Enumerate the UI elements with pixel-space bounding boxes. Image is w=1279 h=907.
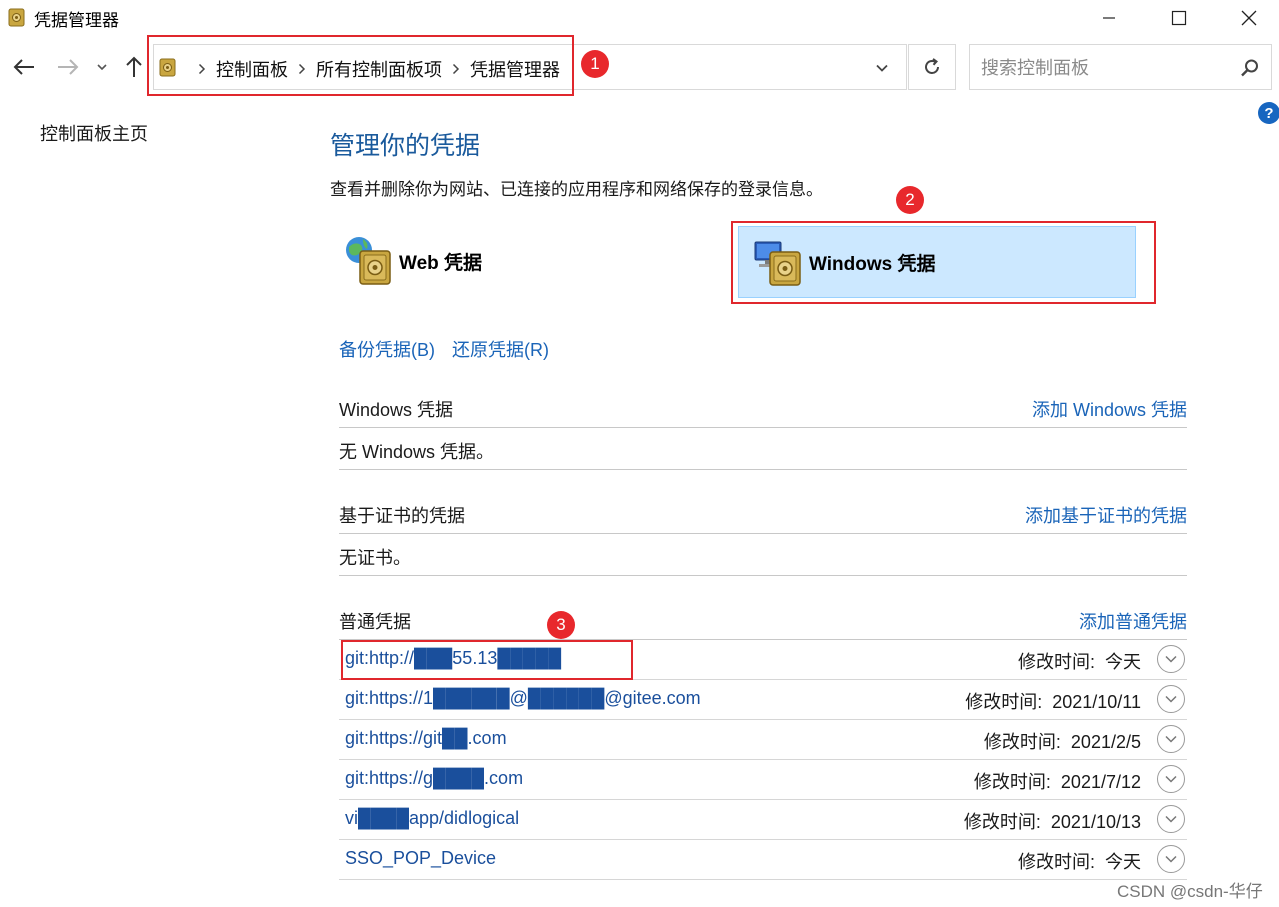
modified-value: 2021/2/5 <box>1070 732 1141 752</box>
section-title: 普通凭据 <box>339 612 411 632</box>
credential-modified: 修改时间: 2021/2/5 <box>984 728 1141 754</box>
add-windows-credential-link[interactable]: 添加 Windows 凭据 <box>1032 396 1187 422</box>
chevron-down-icon <box>1165 815 1177 823</box>
page-description: 查看并删除你为网站、已连接的应用程序和网络保存的登录信息。 <box>330 180 823 199</box>
page-title: 管理你的凭据 <box>330 132 481 160</box>
credential-modified: 修改时间: 今天 <box>1018 648 1141 674</box>
recent-locations-button[interactable] <box>92 52 112 82</box>
credential-name: git:https://g████.com <box>345 768 524 788</box>
expand-button[interactable] <box>1157 765 1185 793</box>
add-generic-credential-link[interactable]: 添加普通凭据 <box>1079 608 1187 634</box>
maximize-button[interactable] <box>1144 0 1214 36</box>
credential-name: git:https://1██████@██████@gitee.com <box>345 688 701 708</box>
up-button[interactable] <box>120 52 148 82</box>
divider <box>339 533 1187 534</box>
credential-row[interactable]: git:https://g████.com 修改时间: 2021/7/12 <box>339 760 1187 800</box>
section-title: Windows 凭据 <box>339 400 454 420</box>
credential-name: git:https://git██.com <box>345 728 507 748</box>
credential-row[interactable]: SSO_POP_Device 修改时间: 今天 <box>339 840 1187 880</box>
back-button[interactable] <box>10 52 38 82</box>
modified-label: 修改时间: <box>983 732 1061 752</box>
chevron-down-icon <box>1165 855 1177 863</box>
search-input[interactable] <box>979 55 1233 81</box>
search-icon[interactable] <box>1240 58 1260 78</box>
title-bar: 凭据管理器 <box>0 0 1279 36</box>
expand-button[interactable] <box>1157 725 1185 753</box>
minimize-icon <box>1103 17 1115 19</box>
credential-modified: 修改时间: 2021/10/11 <box>965 688 1141 714</box>
credential-name: SSO_POP_Device <box>345 848 497 868</box>
windows-credentials-section: Windows 凭据 添加 Windows 凭据 无 Windows 凭据。 <box>339 396 1187 470</box>
add-certificate-credential-link[interactable]: 添加基于证书的凭据 <box>1025 502 1187 528</box>
annotation-box-3 <box>341 640 633 680</box>
credential-row[interactable]: git:https://git██.com 修改时间: 2021/2/5 <box>339 720 1187 760</box>
empty-message: 无证书。 <box>339 548 411 568</box>
chevron-down-icon <box>1165 655 1177 663</box>
credential-row[interactable]: git:https://1██████@██████@gitee.com 修改时… <box>339 680 1187 720</box>
modified-value: 今天 <box>1105 652 1141 672</box>
search-box[interactable] <box>969 44 1272 90</box>
expand-button[interactable] <box>1157 685 1185 713</box>
credential-row[interactable]: vi████app/didlogical 修改时间: 2021/10/13 <box>339 800 1187 840</box>
credential-modified: 修改时间: 2021/10/13 <box>964 808 1141 834</box>
modified-label: 修改时间: <box>973 772 1051 792</box>
modified-label: 修改时间: <box>965 692 1043 712</box>
control-panel-home-link[interactable]: 控制面板主页 <box>40 120 148 146</box>
web-credentials-tab[interactable]: Web 凭据 <box>343 222 703 300</box>
expand-button[interactable] <box>1157 845 1185 873</box>
credential-modified: 修改时间: 今天 <box>1018 848 1141 874</box>
credential-vault-icon <box>8 8 25 27</box>
modified-value: 2021/10/13 <box>1050 812 1141 832</box>
modified-value: 2021/10/11 <box>1052 692 1141 712</box>
chevron-down-icon <box>1165 775 1177 783</box>
web-credentials-label: Web 凭据 <box>399 252 483 274</box>
divider <box>339 469 1187 470</box>
divider <box>339 427 1187 428</box>
annotation-badge-3: 3 <box>547 611 575 639</box>
minimize-button[interactable] <box>1074 0 1144 36</box>
expand-button[interactable] <box>1157 645 1185 673</box>
forward-button[interactable] <box>54 52 82 82</box>
certificate-credentials-section: 基于证书的凭据 添加基于证书的凭据 无证书。 <box>339 502 1187 576</box>
section-title: 基于证书的凭据 <box>339 506 465 526</box>
chevron-down-icon <box>97 64 107 71</box>
arrow-right-icon <box>58 59 79 75</box>
modified-label: 修改时间: <box>963 812 1041 832</box>
empty-message: 无 Windows 凭据。 <box>339 442 495 462</box>
modified-label: 修改时间: <box>1017 852 1095 872</box>
refresh-button[interactable] <box>908 44 956 90</box>
web-credential-icon <box>346 237 391 285</box>
divider <box>339 575 1187 576</box>
annotation-badge-1: 1 <box>581 50 609 78</box>
modified-value: 2021/7/12 <box>1060 772 1141 792</box>
modified-value: 今天 <box>1105 852 1141 872</box>
annotation-badge-2: 2 <box>896 186 924 214</box>
watermark: CSDN @csdn-华仔 <box>1117 882 1263 901</box>
credential-modified: 修改时间: 2021/7/12 <box>974 768 1141 794</box>
annotation-box-2 <box>731 221 1156 304</box>
chevron-down-icon <box>1165 735 1177 743</box>
window-title: 凭据管理器 <box>34 11 119 30</box>
help-button[interactable]: ? <box>1258 102 1279 124</box>
arrow-up-icon <box>126 56 142 77</box>
refresh-icon <box>925 58 939 74</box>
chevron-down-icon <box>1165 695 1177 703</box>
expand-button[interactable] <box>1157 805 1185 833</box>
restore-credentials-link[interactable]: 还原凭据(R) <box>452 336 549 362</box>
arrow-left-icon <box>13 59 34 75</box>
annotation-box-1 <box>147 35 574 96</box>
close-icon <box>1241 10 1257 26</box>
close-button[interactable] <box>1214 0 1279 36</box>
modified-label: 修改时间: <box>1017 652 1095 672</box>
chevron-down-icon <box>876 64 888 72</box>
address-history-button[interactable] <box>870 57 894 79</box>
maximize-icon <box>1171 10 1187 26</box>
backup-credentials-link[interactable]: 备份凭据(B) <box>339 336 435 362</box>
credential-name: vi████app/didlogical <box>345 808 520 828</box>
